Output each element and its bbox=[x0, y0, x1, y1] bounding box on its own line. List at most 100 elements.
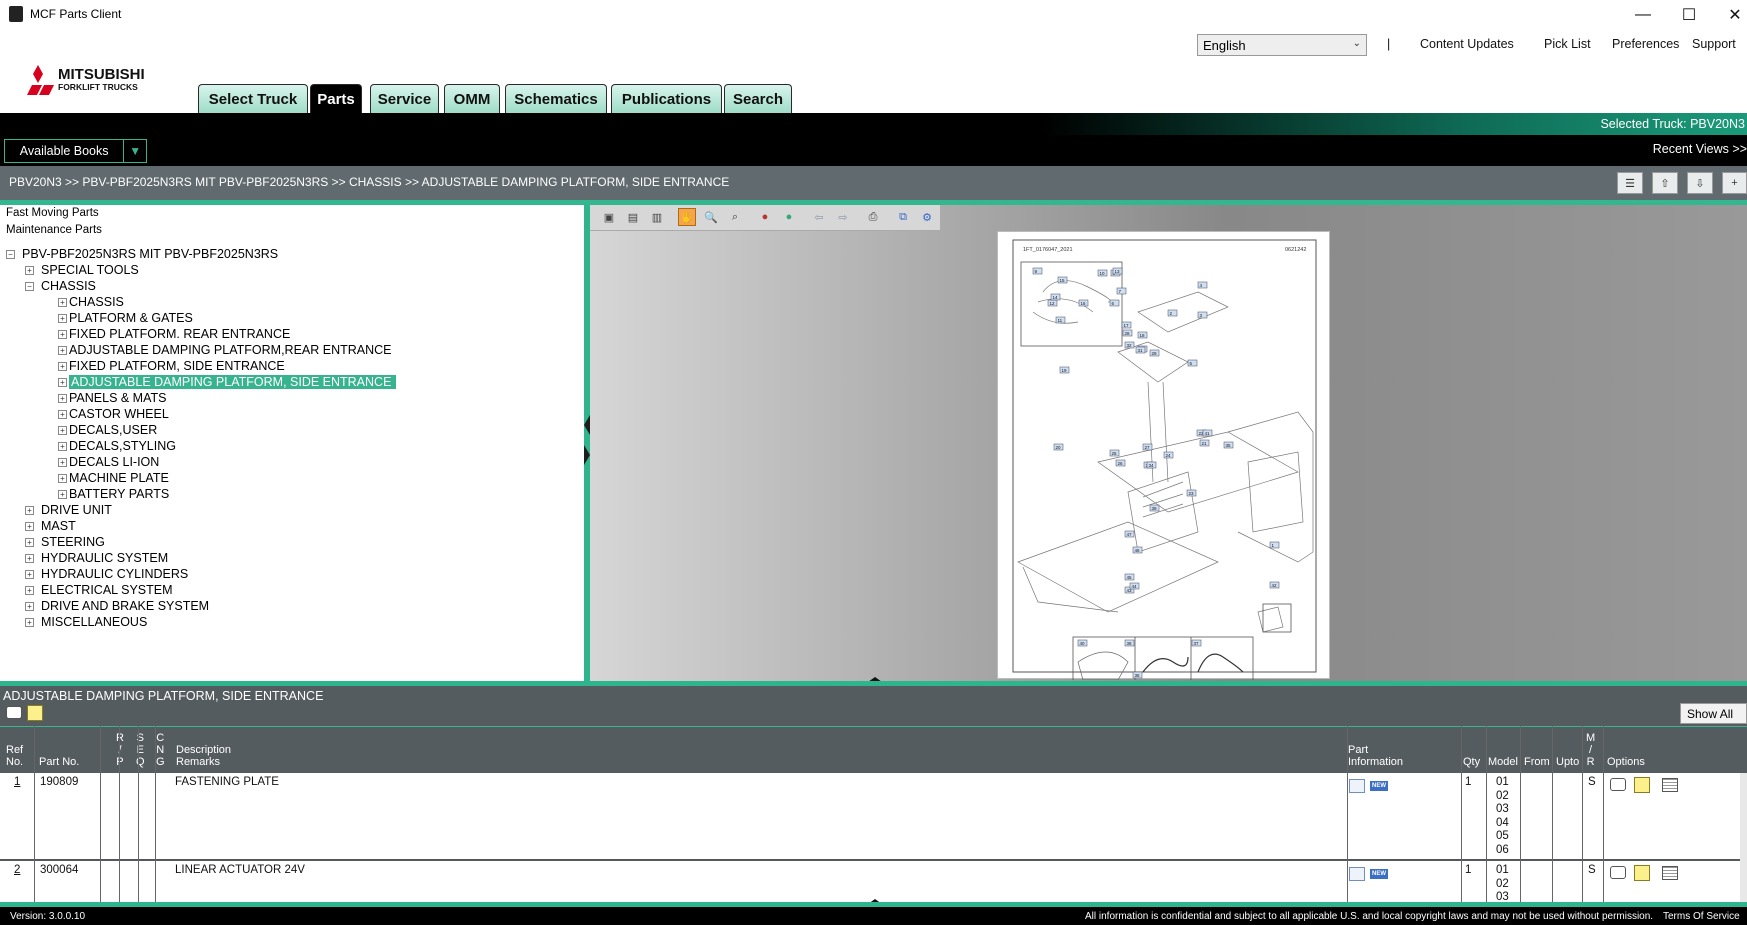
callout-number[interactable]: 45 bbox=[1127, 575, 1133, 580]
tab-schematics[interactable]: Schematics bbox=[505, 84, 607, 113]
tab-service[interactable]: Service bbox=[370, 84, 439, 113]
ref-link[interactable]: 2 bbox=[14, 864, 20, 876]
fit-height-icon[interactable]: ▥ bbox=[648, 208, 666, 226]
note-icon[interactable] bbox=[27, 705, 43, 721]
preferences-link[interactable]: Preferences bbox=[1612, 37, 1679, 51]
expand-icon[interactable]: + bbox=[25, 505, 34, 515]
zoom-window-icon[interactable]: ⌕ bbox=[726, 208, 744, 226]
expand-icon[interactable]: + bbox=[58, 345, 67, 355]
callout-number[interactable]: 36 bbox=[1135, 673, 1141, 678]
callout-number[interactable]: 40 bbox=[1080, 641, 1086, 646]
callout-number[interactable]: 29 bbox=[1152, 351, 1158, 356]
tree-item-section[interactable]: + HYDRAULIC SYSTEM bbox=[25, 550, 168, 566]
callout-number[interactable]: 12 bbox=[1050, 301, 1056, 306]
expand-icon[interactable]: + bbox=[25, 537, 34, 547]
close-button[interactable]: ✕ bbox=[1712, 0, 1747, 29]
expand-icon[interactable]: + bbox=[58, 377, 67, 387]
expand-icon[interactable]: + bbox=[58, 441, 67, 451]
callout-number[interactable]: 11 bbox=[1058, 318, 1063, 323]
tree-item-chassis-child[interactable]: + MACHINE PLATE bbox=[58, 470, 169, 486]
tree-item-chassis[interactable]: − CHASSIS bbox=[25, 278, 96, 294]
callout-number[interactable]: 32 bbox=[1127, 343, 1133, 348]
add-list-icon[interactable]: + bbox=[1722, 172, 1747, 194]
note-icon[interactable] bbox=[1634, 865, 1650, 881]
support-link[interactable]: Support bbox=[1692, 37, 1736, 51]
parts-drawing-page[interactable]: 1FT_0176047_2021 0621242 1 2 3 4 5 6 7 9… bbox=[997, 231, 1330, 688]
tree-item-section[interactable]: + STEERING bbox=[25, 534, 105, 550]
terms-of-service-link[interactable]: Terms Of Service bbox=[1663, 911, 1740, 922]
tree-item-chassis-child[interactable]: + FIXED PLATFORM. REAR ENTRANCE bbox=[58, 326, 290, 342]
tree-item-chassis-child[interactable]: + CHASSIS bbox=[58, 294, 124, 310]
collapse-icon[interactable]: − bbox=[6, 249, 15, 259]
dropdown-arrow-icon[interactable]: ▼ bbox=[123, 140, 146, 162]
tree-item-section[interactable]: + ELECTRICAL SYSTEM bbox=[25, 582, 173, 598]
comment-icon[interactable] bbox=[1610, 866, 1626, 879]
tab-parts[interactable]: Parts bbox=[310, 84, 362, 113]
tree-item-chassis-child[interactable]: + CASTOR WHEEL bbox=[58, 406, 169, 422]
fit-page-icon[interactable]: ▣ bbox=[600, 208, 618, 226]
expand-icon[interactable]: + bbox=[58, 361, 67, 371]
expand-icon[interactable]: + bbox=[58, 393, 67, 403]
zoom-in-icon[interactable]: ● bbox=[780, 208, 798, 226]
callout-number[interactable]: 31 bbox=[1138, 348, 1144, 353]
expand-icon[interactable]: + bbox=[58, 329, 67, 339]
expand-icon[interactable]: + bbox=[25, 585, 34, 595]
move-down-icon[interactable]: ⇩ bbox=[1687, 172, 1713, 194]
callout-number[interactable]: 41 bbox=[1205, 431, 1211, 436]
note-icon[interactable] bbox=[1634, 777, 1650, 793]
expand-icon[interactable]: + bbox=[58, 425, 67, 435]
callout-number[interactable]: 15 bbox=[1060, 278, 1066, 283]
part-info-icon[interactable] bbox=[1349, 867, 1365, 881]
parts-scrollbar[interactable] bbox=[1740, 773, 1747, 902]
expand-icon[interactable]: + bbox=[58, 409, 67, 419]
back-icon[interactable]: ⇦ bbox=[810, 208, 828, 226]
move-up-icon[interactable]: ⇧ bbox=[1652, 172, 1678, 194]
expand-icon[interactable]: + bbox=[25, 617, 34, 627]
comment-icon[interactable] bbox=[6, 706, 22, 719]
tree-item-chassis-child[interactable]: + DECALS LI-ION bbox=[58, 454, 159, 470]
expand-icon[interactable]: + bbox=[25, 265, 34, 275]
callout-number[interactable]: 46 bbox=[1135, 548, 1141, 553]
collapse-icon[interactable]: − bbox=[25, 281, 34, 291]
new-badge[interactable]: NEW bbox=[1370, 869, 1388, 879]
callout-number[interactable]: 37 bbox=[1194, 641, 1200, 646]
settings-icon[interactable]: ⚙ bbox=[918, 208, 936, 226]
tree-item-section[interactable]: + MISCELLANEOUS bbox=[25, 614, 147, 630]
expand-icon[interactable]: + bbox=[25, 521, 34, 531]
minimize-button[interactable]: — bbox=[1620, 0, 1666, 29]
expand-icon[interactable]: + bbox=[58, 489, 67, 499]
callout-number[interactable]: 10 bbox=[1100, 271, 1106, 276]
callout-number[interactable]: 14 bbox=[1053, 295, 1059, 300]
maintenance-parts-link[interactable]: Maintenance Parts bbox=[6, 224, 102, 236]
callout-number[interactable]: 13 bbox=[1115, 269, 1121, 274]
zoom-icon[interactable]: 🔍 bbox=[702, 208, 720, 226]
tab-publications[interactable]: Publications bbox=[611, 84, 722, 113]
tree-item-section[interactable]: + HYDRAULIC CYLINDERS bbox=[25, 566, 188, 582]
fit-width-icon[interactable]: ▤ bbox=[624, 208, 642, 226]
new-badge[interactable]: NEW bbox=[1370, 781, 1388, 791]
callout-number[interactable]: 27 bbox=[1145, 445, 1151, 450]
callout-number[interactable]: 16 bbox=[1081, 301, 1087, 306]
available-books-dropdown[interactable]: Available Books ▼ bbox=[4, 139, 147, 163]
expand-icon[interactable]: + bbox=[58, 473, 67, 483]
callout-number[interactable]: 44 bbox=[1132, 584, 1138, 589]
expand-icon[interactable]: + bbox=[25, 569, 34, 579]
callout-number[interactable]: 17 bbox=[1124, 323, 1130, 328]
callout-number[interactable]: 34 bbox=[1149, 463, 1155, 468]
expand-icon[interactable]: + bbox=[25, 553, 34, 563]
tree-item-special-tools[interactable]: + SPECIAL TOOLS bbox=[25, 262, 139, 278]
expand-icon[interactable]: + bbox=[58, 313, 67, 323]
open-window-icon[interactable]: ⧉ bbox=[894, 208, 912, 226]
forward-icon[interactable]: ⇨ bbox=[834, 208, 852, 226]
comment-icon[interactable] bbox=[1610, 778, 1626, 791]
pick-list-link[interactable]: Pick List bbox=[1544, 37, 1591, 51]
part-info-icon[interactable] bbox=[1349, 779, 1365, 793]
callout-number[interactable]: 24 bbox=[1166, 453, 1172, 458]
tree-item-chassis-child[interactable]: + DECALS,STYLING bbox=[58, 438, 176, 454]
recent-views-link[interactable]: Recent Views >> bbox=[1653, 142, 1747, 156]
tree-item-section[interactable]: + DRIVE AND BRAKE SYSTEM bbox=[25, 598, 209, 614]
calendar-icon[interactable] bbox=[1662, 866, 1678, 880]
tree-item-chassis-child[interactable]: + ADJUSTABLE DAMPING PLATFORM, SIDE ENTRA… bbox=[58, 374, 397, 390]
calendar-icon[interactable] bbox=[1662, 778, 1678, 792]
tree-item-chassis-child[interactable]: + PLATFORM & GATES bbox=[58, 310, 193, 326]
